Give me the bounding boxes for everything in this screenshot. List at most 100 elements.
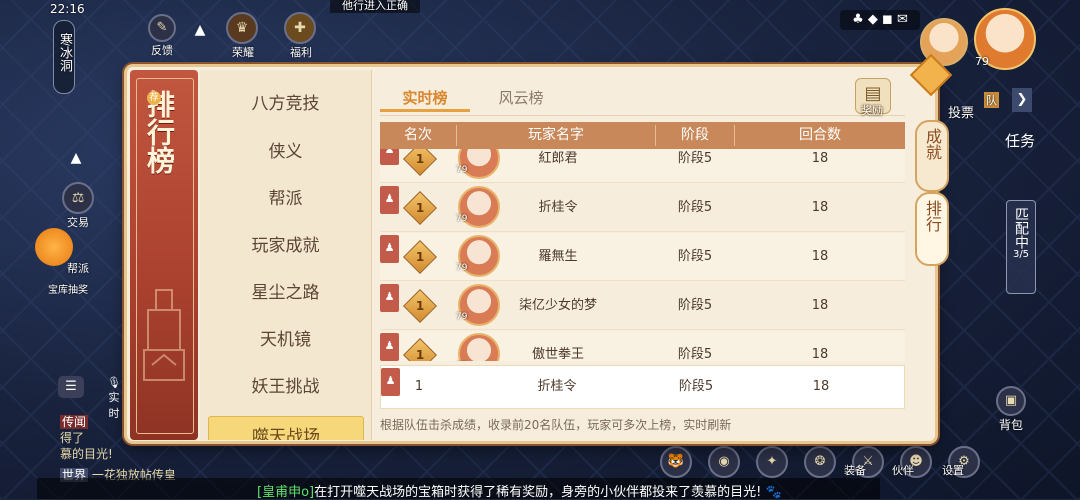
welfare-label: 福利 xyxy=(290,46,312,59)
team-flag-icon: ♟ xyxy=(380,284,399,312)
chat-tag-rumor: 传闻 xyxy=(60,415,89,429)
tab-wind-ranking[interactable]: 风云榜 xyxy=(476,84,566,112)
menu-item-chivalry[interactable]: 侠义 xyxy=(200,132,371,172)
guild-button[interactable]: 帮派 xyxy=(58,236,98,276)
expand-right-icon[interactable]: ❯ xyxy=(1012,88,1032,112)
chat-icon[interactable]: ☰ xyxy=(58,376,84,398)
trade-button[interactable]: ⚖ 交易 xyxy=(58,182,98,230)
skill-icon[interactable]: ✦ xyxy=(756,446,788,478)
menu-item-mirror[interactable]: 天机镜 xyxy=(200,320,371,360)
table-header: 名次 玩家名字 阶段 回合数 xyxy=(380,122,905,149)
guild-label: 帮派 xyxy=(67,262,89,275)
emoji-icon: 🐾 xyxy=(765,485,782,500)
menu-item-achievement[interactable]: 玩家成就 xyxy=(200,226,371,266)
table-row[interactable]: ♟ 1 79 柒亿少女的梦 阶段5 18 xyxy=(380,282,905,330)
match-label: 匹配中 xyxy=(1013,207,1029,249)
row-player-name: 紅郎君 xyxy=(538,151,578,166)
vote-label[interactable]: 投票 xyxy=(948,102,974,121)
row-rounds: 18 xyxy=(811,347,829,361)
chat-line-1: 得了 xyxy=(60,431,85,445)
feedback-button[interactable]: ✎ 反馈 xyxy=(148,14,176,57)
header-player-name: 玩家名字 xyxy=(528,127,584,143)
menu-item-stardust[interactable]: 星尘之路 xyxy=(200,273,371,313)
menu-item-arena[interactable]: 八方竞技 xyxy=(200,84,371,124)
reward-label: 奖励 xyxy=(861,104,883,117)
banner-ornament xyxy=(143,289,185,381)
tab-ranking[interactable]: 排行 xyxy=(915,192,949,266)
feedback-icon: ✎ xyxy=(148,14,176,42)
menu-item-guild[interactable]: 帮派 xyxy=(200,179,371,219)
bag-button[interactable]: ▣ 背包 xyxy=(996,386,1026,433)
row-rank: 1 xyxy=(415,152,425,166)
row-stage: 阶段5 xyxy=(677,249,713,264)
ranking-rule-note: 根据队伍击杀成绩，收录前20名队伍，玩家可多次上榜，实时刷新 xyxy=(380,418,732,432)
header-rank: 名次 xyxy=(404,127,432,143)
equipment-label: 装备 xyxy=(844,464,866,477)
tab-live-ranking[interactable]: 实时榜 xyxy=(380,84,470,112)
row-player-name: 羅無生 xyxy=(538,249,578,264)
row-player-name: 柒亿少女的梦 xyxy=(518,298,597,313)
row-rounds: 18 xyxy=(811,200,829,215)
welfare-button[interactable]: ✚ 福利 xyxy=(284,12,318,60)
row-stage: 阶段5 xyxy=(677,347,713,361)
row-player-name: 折桂令 xyxy=(538,200,578,215)
tab-achievement[interactable]: 成就 xyxy=(915,120,949,192)
table-row[interactable]: ♟ 1 79 羅無生 阶段5 18 xyxy=(380,233,905,281)
rune-icon[interactable]: ❂ xyxy=(804,446,836,478)
mount-icon[interactable]: ◉ xyxy=(708,446,740,478)
tab-divider xyxy=(380,115,905,116)
collapse-up-icon[interactable]: ▲ xyxy=(190,22,210,42)
bottom-toolbar: 🐯 ◉ ✦ ❂ ⚔ ☻ ⚙ 伙伴 装备 设置 xyxy=(660,446,1020,478)
bag-label: 背包 xyxy=(998,418,1023,432)
table-row[interactable]: ♟ 1 79 傲世拳王 阶段5 18 xyxy=(380,331,905,361)
row-player-name: 傲世拳王 xyxy=(531,347,584,361)
row-stage: 阶段5 xyxy=(677,298,713,313)
ranking-category-menu: 八方竞技 侠义 帮派 玩家成就 星尘之路 天机镜 妖王挑战 噬天战场 xyxy=(200,70,372,440)
player-avatar-level: 79 xyxy=(456,165,468,175)
table-row[interactable]: ♟ 1 79 紅郎君 阶段5 18 xyxy=(380,149,905,183)
row-rank: 1 xyxy=(415,201,425,215)
ranking-list[interactable]: ♟ 1 79 紅郎君 阶段5 18 ♟ 1 79 折桂令 阶段5 18 ♟ 1 … xyxy=(380,149,905,361)
team-flag-icon: ♟ xyxy=(380,149,399,165)
team-flag-icon: ♟ xyxy=(380,333,399,361)
player-avatar-image[interactable] xyxy=(458,333,500,361)
broadcast-player-name[interactable]: [皇甫申o] xyxy=(257,485,314,500)
menu-item-battlefield[interactable]: 噬天战场 xyxy=(208,416,364,440)
collapse-up-icon-2[interactable]: ▲ xyxy=(65,150,87,172)
my-player-name: 折桂令 xyxy=(537,379,577,394)
microphone-icon: 🎙 xyxy=(107,376,121,389)
match-status[interactable]: 匹配中 3/5 xyxy=(1006,200,1036,294)
bag-icon: ▣ xyxy=(996,386,1026,416)
pet-menu-icon[interactable]: 🐯 xyxy=(660,446,692,478)
tab-achievement-label: 成就 xyxy=(923,128,942,160)
chat-preview[interactable]: 传闻 得了 慕的目光! xyxy=(60,414,130,472)
location-plate[interactable]: 寒冰洞 xyxy=(53,20,75,94)
row-rank: 1 xyxy=(415,348,425,361)
player-avatar-level: 79 xyxy=(456,214,468,224)
row-rank: 1 xyxy=(415,250,425,264)
status-icons: ♣ ◆ ◼ ✉ xyxy=(840,10,920,30)
player-avatar-level: 79 xyxy=(456,263,468,273)
my-rank-row[interactable]: ♟ 1 折桂令 阶段5 18 xyxy=(380,365,905,409)
trade-label: 交易 xyxy=(67,216,89,229)
task-label: 任务 xyxy=(1004,132,1035,150)
feedback-label: 反馈 xyxy=(151,44,173,57)
player-avatar-level: 79 xyxy=(456,312,468,322)
row-rank: 1 xyxy=(415,299,425,313)
player-level: 79 xyxy=(975,55,989,68)
honor-button[interactable]: ♛ 荣耀 xyxy=(226,12,260,60)
row-stage: 阶段5 xyxy=(677,200,713,215)
row-rounds: 18 xyxy=(811,298,829,313)
treasure-draw-label[interactable]: 宝库抽奖 xyxy=(48,281,88,296)
voice-button[interactable]: 🎙 实时 xyxy=(104,376,124,420)
my-stage: 阶段5 xyxy=(678,379,714,394)
settings-label: 设置 xyxy=(942,464,964,477)
table-row[interactable]: ♟ 1 79 折桂令 阶段5 18 xyxy=(380,184,905,232)
my-rank: 1 xyxy=(414,379,424,394)
menu-item-demon-king[interactable]: 妖王挑战 xyxy=(200,367,371,407)
row-rounds: 18 xyxy=(811,151,829,166)
row-stage: 阶段5 xyxy=(677,151,713,166)
location-name: 寒冰洞 xyxy=(57,33,72,72)
header-rounds: 回合数 xyxy=(799,127,841,143)
chat-line-1b: 慕的目光! xyxy=(60,447,113,461)
